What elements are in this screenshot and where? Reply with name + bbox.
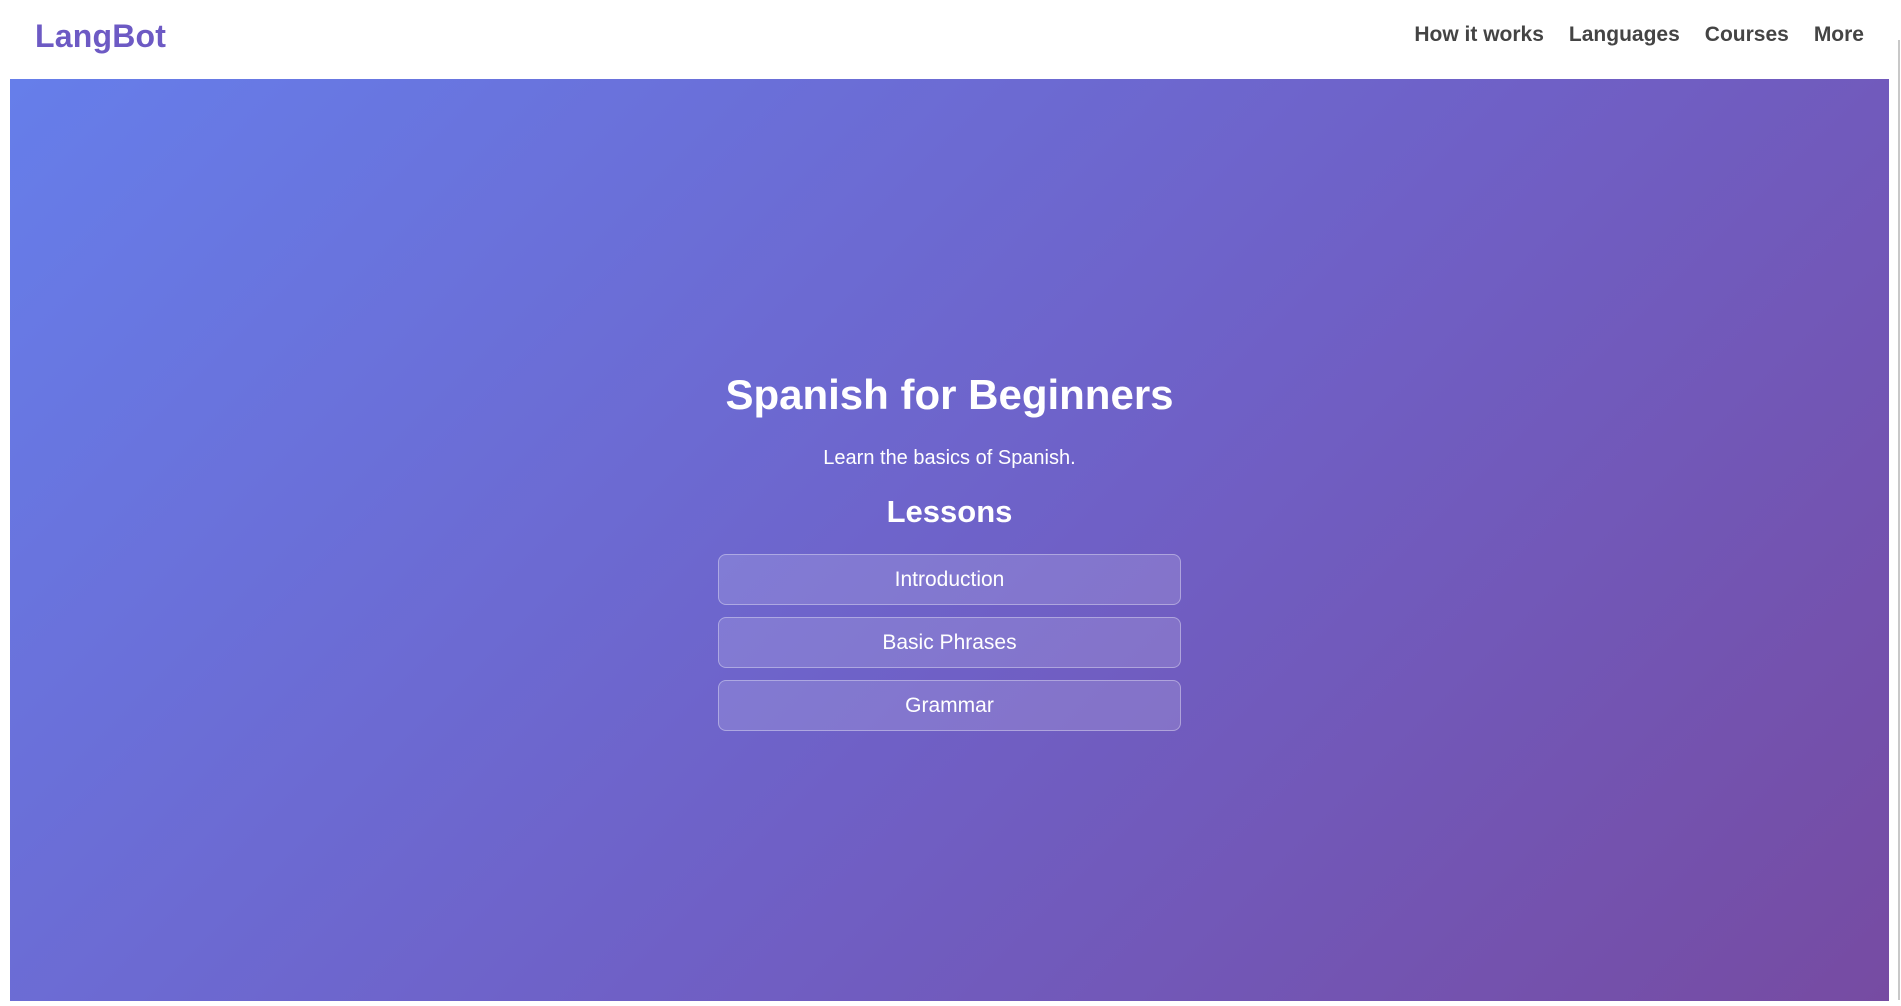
main-nav: How it works Languages Courses More	[1414, 18, 1864, 52]
course-content: Spanish for Beginners Learn the basics o…	[718, 366, 1181, 731]
logo[interactable]: LangBot	[35, 14, 166, 58]
nav-languages[interactable]: Languages	[1569, 18, 1680, 52]
nav-courses[interactable]: Courses	[1705, 18, 1789, 52]
lesson-button-introduction[interactable]: Introduction	[718, 554, 1181, 605]
lesson-button-grammar[interactable]: Grammar	[718, 680, 1181, 731]
lessons-heading: Lessons	[886, 494, 1013, 529]
nav-more[interactable]: More	[1814, 18, 1864, 52]
lesson-list: Introduction Basic Phrases Grammar	[718, 554, 1181, 731]
scrollbar-track[interactable]	[1889, 0, 1901, 1006]
lesson-button-basic-phrases[interactable]: Basic Phrases	[718, 617, 1181, 668]
nav-how-it-works[interactable]: How it works	[1414, 18, 1544, 52]
page-title: Spanish for Beginners	[725, 371, 1174, 418]
scrollbar-thumb[interactable]	[1898, 40, 1900, 1000]
course-subtitle: Learn the basics of Spanish.	[823, 447, 1076, 469]
top-navbar: LangBot How it works Languages Courses M…	[0, 0, 1901, 79]
